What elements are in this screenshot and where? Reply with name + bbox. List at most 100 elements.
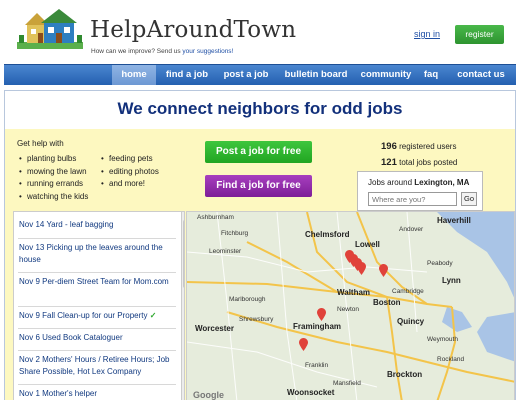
help-list-2: feeding pets editing photos and more! (101, 153, 159, 191)
divider (18, 306, 176, 307)
jobs-map[interactable]: Ashburnham Fitchburg Chelmsford Lowell H… (186, 211, 515, 400)
map-label: Brockton (387, 370, 423, 379)
nav-community[interactable]: community (356, 65, 416, 85)
users-label: registered users (399, 142, 457, 151)
nav-post-a-job[interactable]: post a job (216, 65, 276, 85)
jobs-label: total jobs posted (399, 158, 458, 167)
house-logo-icon[interactable] (17, 9, 83, 49)
help-list-1: planting bulbs mowing the lawn running e… (19, 153, 88, 204)
page-headline: We connect neighbors for odd jobs (117, 99, 403, 118)
checkmark-icon: ✓ (149, 311, 157, 320)
jobs-around-label: Jobs around Lexington, MA (368, 178, 469, 187)
google-credit: Google (193, 390, 224, 400)
map-pin-icon[interactable] (379, 264, 388, 277)
map-pin-icon[interactable] (357, 262, 366, 275)
help-item: feeding pets (101, 153, 159, 166)
job-title[interactable]: Used Book Cataloguer (42, 333, 123, 342)
map-label: Waltham (337, 288, 371, 297)
map-label: Peabody (427, 260, 453, 267)
map-pin-icon[interactable] (317, 308, 326, 321)
location-box: Jobs around Lexington, MA Go (357, 171, 483, 211)
map-label: Lowell (355, 240, 380, 249)
divider (18, 238, 176, 239)
suggestions-link[interactable]: your suggestions! (182, 48, 233, 55)
job-title[interactable]: Per-diem Street Team for Mom.com (42, 277, 169, 286)
list-item[interactable]: Nov 2 Mothers' Hours / Retiree Hours; Jo… (19, 354, 179, 378)
job-date: Nov 14 (19, 220, 45, 229)
job-date: Nov 1 (19, 389, 40, 398)
sign-in-link[interactable]: sign in (414, 29, 440, 39)
map-label: Marlborough (229, 296, 266, 303)
map-label: Fitchburg (221, 230, 249, 237)
help-item: running errands (19, 178, 88, 191)
list-item[interactable]: Nov 14 Yard - leaf bagging (19, 219, 179, 231)
list-item[interactable]: Nov 6 Used Book Cataloguer (19, 332, 179, 344)
register-button[interactable]: register (455, 25, 504, 44)
map-label: Ashburnham (197, 214, 234, 221)
list-item[interactable]: Nov 13 Picking up the leaves around the … (19, 242, 179, 266)
nav-find-a-job[interactable]: find a job (158, 65, 216, 85)
site-header: HelpAroundTown How can we improve? Send … (0, 0, 520, 64)
map-label: Leominster (209, 248, 242, 255)
map-label: Mansfield (333, 380, 361, 387)
nav-faq[interactable]: faq (416, 65, 446, 85)
job-date: Nov 6 (19, 333, 40, 342)
map-label: Woonsocket (287, 388, 335, 397)
map-label: Worcester (195, 324, 234, 333)
map-label: Newton (337, 306, 360, 313)
nav-contact-us[interactable]: contact us (450, 65, 512, 85)
help-item: editing photos (101, 166, 159, 179)
job-title[interactable]: Fall Clean-up for our Property (42, 311, 147, 320)
map-label: Quincy (397, 317, 425, 326)
map-label: Framingham (293, 322, 342, 331)
map-label: Lynn (442, 276, 461, 285)
job-title[interactable]: Yard - leaf bagging (46, 220, 113, 229)
find-job-button[interactable]: Find a job for free (205, 175, 312, 197)
job-date: Nov 2 (19, 355, 40, 364)
list-item[interactable]: Nov 1 Mother's helper (19, 388, 179, 400)
list-scrollbar[interactable] (181, 212, 184, 400)
get-help-title: Get help with (17, 139, 64, 148)
map-label: Franklin (305, 362, 329, 369)
divider (18, 272, 176, 273)
map-pin-icon[interactable] (299, 338, 308, 351)
job-date: Nov 9 (19, 311, 40, 320)
map-label: Shrewsbury (239, 316, 274, 323)
main-panel: We connect neighbors for odd jobs Get he… (4, 90, 516, 400)
jobs-stat: 121 total jobs posted (365, 155, 457, 171)
tagline: How can we improve? Send us your suggest… (91, 48, 233, 55)
post-job-button[interactable]: Post a job for free (205, 141, 312, 163)
users-stat: 196 registered users (365, 139, 457, 155)
list-item[interactable]: Nov 9 Fall Clean-up for our Property ✓ (19, 310, 179, 322)
map-label: Cambridge (392, 288, 424, 295)
site-stats: 196 registered users 121 total jobs post… (365, 139, 457, 171)
go-button[interactable]: Go (461, 192, 477, 206)
jobs-around-prefix: Jobs around (368, 178, 413, 187)
help-item: and more! (101, 178, 159, 191)
tagline-text: How can we improve? Send us (91, 48, 181, 55)
jobs-count: 121 (381, 157, 397, 168)
main-nav: home find a job post a job bulletin boar… (4, 64, 516, 85)
divider (18, 384, 176, 385)
location-input[interactable] (368, 192, 457, 206)
list-item[interactable]: Nov 9 Per-diem Street Team for Mom.com (19, 276, 179, 288)
users-count: 196 (381, 141, 397, 152)
nav-home[interactable]: home (112, 65, 156, 85)
divider (18, 350, 176, 351)
help-item: mowing the lawn (19, 166, 88, 179)
job-title[interactable]: Mothers' Hours / Retiree Hours; Job Shar… (19, 355, 170, 376)
job-date: Nov 13 (19, 243, 45, 252)
brand-title[interactable]: HelpAroundTown (90, 17, 296, 43)
map-label: Haverhill (437, 216, 471, 225)
help-item: watching the kids (19, 191, 88, 204)
job-list: Nov 14 Yard - leaf bagging Nov 13 Pickin… (13, 211, 185, 400)
divider (18, 328, 176, 329)
scroll-thumb[interactable] (183, 220, 184, 288)
job-title[interactable]: Mother's helper (42, 389, 97, 398)
map-label: Boston (373, 298, 401, 307)
nav-bulletin-board[interactable]: bulletin board (276, 65, 356, 85)
job-date: Nov 9 (19, 277, 40, 286)
jobs-around-place: Lexington, MA (414, 178, 470, 187)
map-label: Weymouth (427, 336, 458, 343)
map-label: Chelmsford (305, 230, 350, 239)
